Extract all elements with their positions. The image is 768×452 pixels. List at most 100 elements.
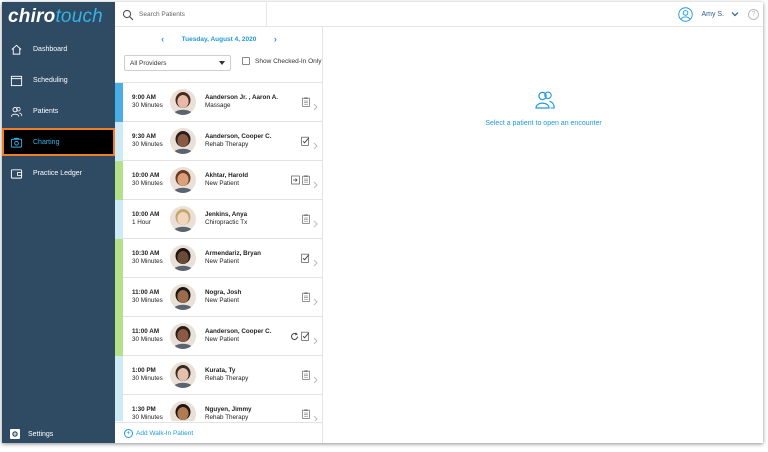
user-avatar-icon: [678, 6, 694, 22]
appointment-patient-block: Kurata, Ty Rehab Therapy: [205, 367, 248, 383]
appointment-time-block: 10:30 AM 30 Minutes: [132, 250, 163, 266]
patient-name: Armendariz, Bryan: [205, 250, 261, 257]
appointment-time: 9:30 AM: [132, 133, 156, 140]
previous-day-button[interactable]: ‹: [158, 34, 168, 44]
appointment-status-icons: [300, 292, 310, 302]
appointment-time-block: 1:30 PM 30 Minutes: [132, 406, 163, 421]
appointment-time-block: 9:30 AM 30 Minutes: [132, 133, 163, 149]
appointment-row[interactable]: 10:00 AM 1 Hour Jenkins, Anya Chiropract…: [115, 200, 323, 239]
patient-name: Aanderson, Cooper C.: [205, 133, 272, 140]
chevron-right-icon: [313, 332, 318, 345]
checked-in-only-toggle[interactable]: Show Checked-In Only: [242, 56, 321, 66]
appointment-row[interactable]: 10:30 AM 30 Minutes Armendariz, Bryan Ne…: [115, 239, 323, 278]
appointment-time: 1:00 PM: [132, 367, 156, 374]
appointment-status-strip: [115, 83, 123, 122]
appointment-row[interactable]: 9:00 AM 30 Minutes Aanderson Jr. , Aaron…: [115, 83, 323, 122]
sidebar-item-settings[interactable]: Settings: [2, 427, 115, 441]
user-menu[interactable]: Amy S. ?: [678, 6, 759, 22]
chevron-right-icon: [313, 293, 318, 306]
chevron-right-icon: [313, 254, 318, 267]
patient-name: Aanderson Jr. , Aaron A.: [205, 94, 279, 101]
appointment-row[interactable]: 11:00 AM 30 Minutes Nogra, Josh New Pati…: [115, 278, 323, 317]
patient-avatar: [170, 167, 196, 193]
sync-icon: [290, 331, 299, 341]
appointment-row[interactable]: 10:00 AM 30 Minutes Akhtar, Harold New P…: [115, 161, 323, 200]
appointment-duration: 30 Minutes: [132, 141, 163, 148]
appointment-status-icons: [288, 331, 310, 341]
sidebar-item-practice-ledger[interactable]: Practice Ledger: [2, 159, 115, 187]
chevron-right-icon: [313, 215, 318, 228]
appointment-status-icons: [299, 136, 310, 146]
appointment-duration: 30 Minutes: [132, 102, 163, 109]
sidebar-item-label: Patients: [33, 107, 59, 115]
clipboard-icon: [302, 175, 310, 185]
clipboard-icon: [302, 292, 310, 302]
patient-name: Nogra, Josh: [205, 289, 242, 296]
appointment-type: New Patient: [205, 180, 239, 187]
appointment-duration: 1 Hour: [132, 219, 151, 226]
appointment-type: Chiropractic Tx: [205, 219, 248, 226]
sidebar-item-dashboard[interactable]: Dashboard: [2, 35, 115, 63]
sidebar-item-charting[interactable]: Charting: [2, 128, 115, 156]
appointment-status-icons: [300, 214, 310, 224]
appointment-patient-block: Jenkins, Anya Chiropractic Tx: [205, 211, 247, 227]
appointment-patient-block: Aanderson, Cooper C. Rehab Therapy: [205, 133, 271, 149]
patient-avatar: [170, 284, 196, 310]
search-input[interactable]: [139, 10, 259, 18]
appointment-time: 11:00 AM: [132, 289, 160, 296]
sidebar-item-patients[interactable]: Patients: [2, 97, 115, 125]
clipboard-icon: [302, 214, 310, 224]
next-day-button[interactable]: ›: [270, 34, 280, 44]
search-icon: [122, 8, 134, 21]
checkbox[interactable]: [242, 57, 250, 65]
appointment-status-strip: [115, 161, 123, 200]
settings-label: Settings: [28, 430, 54, 438]
provider-select[interactable]: All Providers: [124, 55, 231, 71]
appointment-duration: 30 Minutes: [132, 414, 163, 421]
appointment-time-block: 10:00 AM 30 Minutes: [132, 172, 163, 188]
appointment-patient-block: Akhtar, Harold New Patient: [205, 172, 248, 188]
patient-search: [115, 2, 267, 26]
appointment-patient-block: Aanderson Jr. , Aaron A. Massage: [205, 94, 278, 110]
appointment-time: 10:00 AM: [132, 211, 160, 218]
appointment-status-strip: [115, 239, 123, 278]
check-icon: [301, 331, 310, 341]
users-icon: [534, 89, 556, 111]
chevron-right-icon: [313, 137, 318, 150]
appointment-duration: 30 Minutes: [132, 336, 163, 343]
appointment-row[interactable]: 11:00 AM 30 Minutes Aanderson, Cooper C.…: [115, 317, 323, 356]
appointment-status-strip: [115, 356, 123, 395]
chevron-down-icon[interactable]: [731, 11, 739, 17]
patient-avatar: [170, 245, 196, 271]
current-date[interactable]: Tuesday, August 4, 2020: [182, 36, 257, 43]
appointment-status-icons: [300, 409, 310, 419]
user-name: Amy S.: [701, 10, 724, 18]
appointment-type: Rehab Therapy: [205, 375, 249, 382]
clipboard-icon: [302, 370, 310, 380]
chevron-right-icon: [313, 98, 318, 111]
appointment-type: New Patient: [205, 258, 239, 265]
appointment-row[interactable]: 1:00 PM 30 Minutes Kurata, Ty Rehab Ther…: [115, 356, 323, 395]
wallet-icon: [9, 166, 23, 180]
appointment-status-strip: [115, 278, 123, 317]
appointment-type: Rehab Therapy: [205, 141, 249, 148]
appointment-row[interactable]: 9:30 AM 30 Minutes Aanderson, Cooper C. …: [115, 122, 323, 161]
appointment-time: 9:00 AM: [132, 94, 156, 101]
sidebar-item-scheduling[interactable]: Scheduling: [2, 66, 115, 94]
chevron-right-icon: [313, 176, 318, 189]
checked-in-only-label: Show Checked-In Only: [255, 57, 322, 65]
encounter-empty-message: Select a patient to open an encounter: [485, 120, 602, 127]
appointment-time-block: 9:00 AM 30 Minutes: [132, 94, 163, 110]
patient-avatar: [170, 362, 196, 388]
patient-avatar: [170, 323, 196, 349]
appointment-row[interactable]: 1:30 PM 30 Minutes Nguyen, Jimmy Rehab T…: [115, 395, 323, 421]
sidebar-item-label: Practice Ledger: [33, 169, 83, 177]
add-walk-in-button[interactable]: + Add Walk-In Patient: [115, 422, 323, 443]
appointment-patient-block: Armendariz, Bryan New Patient: [205, 250, 261, 266]
appointment-status-strip: [115, 200, 123, 239]
appointment-time: 11:00 AM: [132, 328, 160, 335]
appointment-type: New Patient: [205, 336, 239, 343]
help-icon[interactable]: ?: [748, 8, 759, 20]
sidebar: chiro touch Dashboard Scheduling Patients…: [2, 2, 115, 443]
patient-name: Aanderson, Cooper C.: [205, 328, 272, 335]
